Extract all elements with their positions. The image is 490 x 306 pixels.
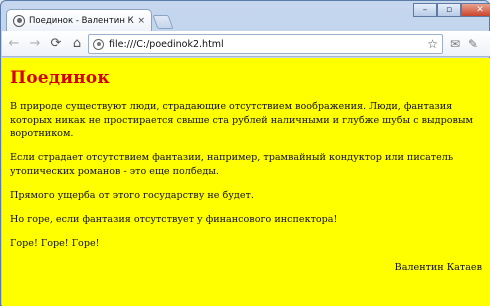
page-heading: Поединок [10,68,110,88]
tab-close-icon[interactable]: × [137,16,145,26]
page-content: Поединок В природе существуют люди, стра… [2,58,490,275]
back-button[interactable]: ← [5,35,23,53]
paragraph-2: Если страдает отсутствием фантазии, напр… [10,152,454,178]
home-button[interactable]: ⌂ [68,35,86,53]
tab-strip: Поединок - Валентин Катаев × – ▫ ✕ [1,1,490,31]
wrench-icon[interactable]: ✎ [464,35,482,53]
new-tab-button[interactable] [152,15,174,29]
close-window-button[interactable]: ✕ [461,3,490,17]
url-text[interactable]: file:///C:/poedinok2.html [109,39,427,50]
page-viewport: Поединок В природе существуют люди, стра… [2,58,490,306]
address-bar[interactable]: file:///C:/poedinok2.html ☆ [88,34,443,54]
window-controls: – ▫ ✕ [413,3,490,17]
minimize-button[interactable]: – [413,3,437,17]
tab-title: Поединок - Валентин Катаев [29,15,134,26]
paragraph-3: Прямого ущерба от этого государству не б… [10,190,254,202]
paragraph-4: Но горе, если фантазия отсутствует у фин… [10,214,338,226]
paragraph-1: В природе существуют люди, страдающие от… [10,100,473,140]
forward-button[interactable]: → [26,35,44,53]
tab-active[interactable]: Поединок - Валентин Катаев × [6,9,152,31]
star-icon[interactable]: ☆ [427,37,438,51]
browser-window: Поединок - Валентин Катаев × – ▫ ✕ ← → ⟳… [0,0,490,306]
reload-button[interactable]: ⟳ [47,35,65,53]
page-favicon-icon [13,14,25,27]
paragraph-5: Горе! Горе! Горе! [10,237,100,249]
page-icon [93,38,104,50]
mail-icon[interactable]: ✉ [446,35,464,53]
toolbar-right: ✉ ✎ [446,35,482,53]
toolbar: ← → ⟳ ⌂ file:///C:/poedinok2.html ☆ ✉ ✎ [2,31,490,57]
author-signature: Валентин Катаев [394,261,482,273]
maximize-button[interactable]: ▫ [437,3,461,17]
